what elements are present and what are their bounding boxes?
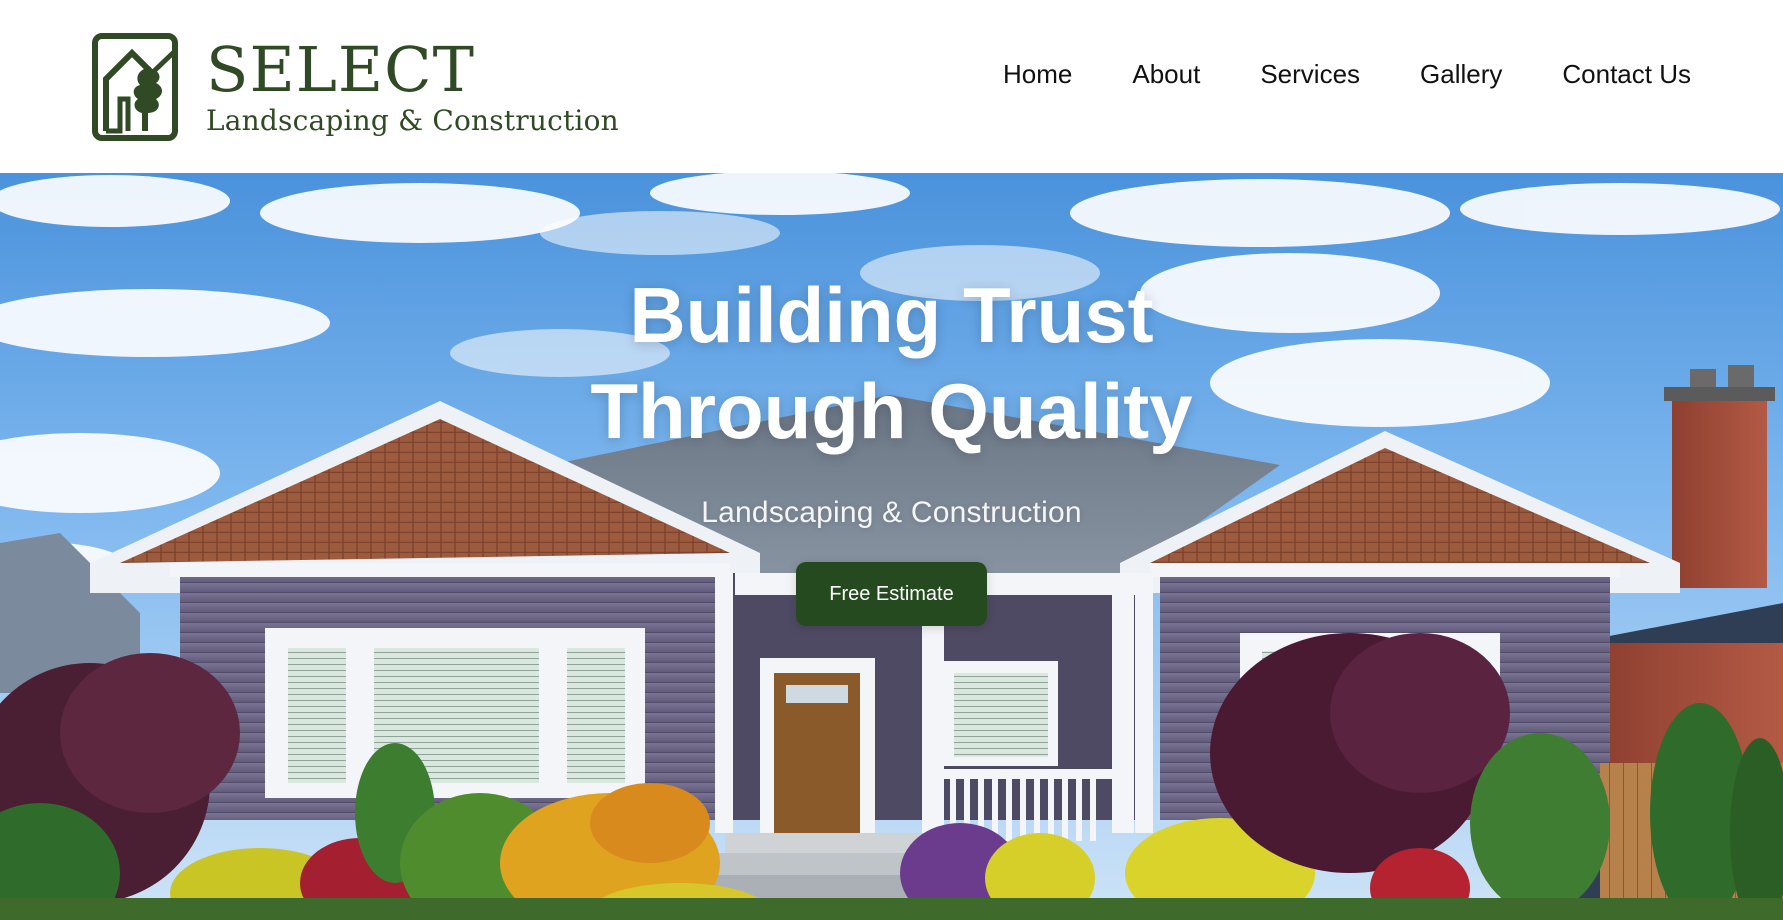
site-header: SELECT Landscaping & Construction Home A… [0, 0, 1783, 173]
brand-subtitle: Landscaping & Construction [206, 103, 619, 137]
free-estimate-button[interactable]: Free Estimate [796, 562, 987, 626]
nav-gallery-link[interactable]: Gallery [1420, 59, 1502, 90]
house-tree-logo-icon [92, 32, 178, 141]
house-hero-image [0, 173, 1783, 920]
nav-services-link[interactable]: Services [1260, 59, 1360, 90]
main-nav: Home About Services Gallery Contact Us [1003, 59, 1691, 90]
nav-home-link[interactable]: Home [1003, 59, 1072, 90]
brand-logo-link[interactable]: SELECT Landscaping & Construction [92, 32, 619, 141]
hero-section: Building Trust Through Quality Landscapi… [0, 173, 1783, 920]
brand-title: SELECT [206, 32, 475, 106]
nav-about-link[interactable]: About [1132, 59, 1200, 90]
nav-contact-us-link[interactable]: Contact Us [1562, 59, 1691, 90]
brand-text: SELECT Landscaping & Construction [206, 32, 619, 137]
